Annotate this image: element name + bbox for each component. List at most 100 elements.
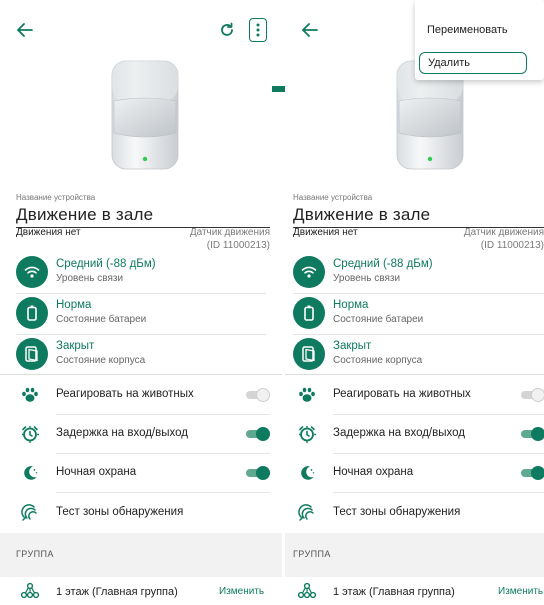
setting-label: Задержка на вход/выход — [56, 427, 188, 439]
options-popup-menu: Переименовать Удалить — [415, 0, 544, 80]
top-bar — [0, 14, 282, 48]
device-name-field[interactable]: Движение в зале — [16, 204, 270, 228]
battery-value: Норма — [56, 299, 92, 311]
status-case: Закрыт Состояние корпуса — [16, 338, 266, 372]
device-name-field[interactable]: Движение в зале — [293, 204, 544, 228]
case-icon — [293, 338, 325, 370]
entry-delay-toggle[interactable] — [246, 427, 270, 441]
moon-icon — [297, 463, 317, 483]
setting-night-mode[interactable]: Ночная охрана — [0, 454, 282, 492]
battery-icon — [16, 297, 48, 329]
divider — [293, 334, 544, 335]
case-label: Состояние корпуса — [333, 355, 423, 366]
status-signal: Средний (-88 дБм) Уровень связи — [16, 256, 266, 290]
device-screen-menu-open: Название устройства Движение в зале Движ… — [285, 0, 544, 605]
battery-label: Состояние батареи — [333, 314, 424, 325]
setting-label: Реагировать на животных — [333, 388, 471, 400]
status-case: Закрыт Состояние корпуса — [293, 338, 543, 372]
device-type-label: Датчик движения (ID 11000213) — [190, 226, 270, 252]
setting-label: Тест зоны обнаружения — [333, 506, 461, 518]
case-label: Состояние корпуса — [56, 355, 146, 366]
delay-icon — [297, 424, 317, 444]
battery-icon — [293, 297, 325, 329]
more-options-icon[interactable] — [249, 18, 267, 42]
menu-item-delete-label: Удалить — [428, 57, 470, 69]
setting-pet-immunity[interactable]: Реагировать на животных — [0, 376, 282, 414]
wifi-icon — [16, 256, 48, 288]
motion-status-text: Движения нет — [16, 227, 81, 238]
device-type-name: Датчик движения — [463, 227, 544, 238]
setting-label: Ночная охрана — [56, 466, 137, 478]
change-group-link[interactable]: Изменить — [498, 586, 543, 597]
pet-immunity-toggle[interactable] — [246, 388, 270, 402]
menu-item-delete[interactable]: Удалить — [419, 52, 527, 74]
divider — [293, 293, 544, 294]
status-battery: Норма Состояние батареи — [293, 297, 543, 331]
divider — [16, 334, 266, 335]
device-name-caption: Название устройства — [16, 193, 96, 202]
status-battery: Норма Состояние батареи — [16, 297, 266, 331]
battery-label: Состояние батареи — [56, 314, 147, 325]
signal-label: Уровень связи — [56, 273, 124, 284]
group-section-header: ГРУППА — [0, 533, 282, 577]
pet-immunity-toggle[interactable] — [521, 388, 544, 402]
group-icon — [20, 582, 40, 600]
motion-status-text: Движения нет — [293, 227, 358, 238]
moon-icon — [20, 463, 40, 483]
group-section-label: ГРУППА — [16, 549, 54, 559]
device-id: (ID 11000213) — [206, 240, 270, 251]
divider — [56, 492, 270, 493]
device-name-value: Движение в зале — [16, 205, 154, 224]
group-section-header: ГРУППА — [285, 533, 544, 577]
menu-item-rename[interactable]: Переименовать — [427, 24, 508, 36]
signal-value: Средний (-88 дБм) — [56, 258, 156, 270]
device-screen-before: Название устройства Движение в зале Движ… — [0, 0, 282, 605]
night-mode-toggle[interactable] — [246, 466, 270, 480]
device-name-caption: Название устройства — [293, 193, 373, 202]
group-name: 1 этаж (Главная группа) — [333, 586, 455, 598]
refresh-icon[interactable] — [214, 17, 240, 43]
back-arrow-icon[interactable] — [297, 17, 323, 43]
group-name: 1 этаж (Главная группа) — [56, 586, 178, 598]
group-row: 1 этаж (Главная группа) Изменить — [285, 577, 544, 605]
device-type-name: Датчик движения — [189, 227, 270, 238]
divider — [16, 293, 266, 294]
case-value: Закрыт — [56, 340, 95, 352]
setting-detection-test[interactable]: Тест зоны обнаружения — [285, 494, 544, 532]
motion-sensor-image — [100, 55, 190, 173]
section-divider — [0, 374, 282, 375]
setting-detection-test[interactable]: Тест зоны обнаружения — [0, 494, 282, 532]
case-icon — [16, 338, 48, 370]
case-value: Закрыт — [333, 340, 372, 352]
group-icon — [297, 582, 317, 600]
delay-icon — [20, 424, 40, 444]
setting-pet-immunity[interactable]: Реагировать на животных — [285, 376, 544, 414]
setting-label: Тест зоны обнаружения — [56, 506, 184, 518]
device-id: (ID 11000213) — [480, 240, 544, 251]
status-signal: Средний (-88 дБм) Уровень связи — [293, 256, 543, 290]
back-arrow-icon[interactable] — [12, 17, 38, 43]
paw-icon — [297, 385, 317, 405]
group-row: 1 этаж (Главная группа) Изменить — [0, 577, 282, 605]
device-name-value: Движение в зале — [293, 205, 431, 224]
signal-value: Средний (-88 дБм) — [333, 258, 433, 270]
divider — [333, 492, 544, 493]
zone-test-icon — [297, 503, 317, 523]
setting-label: Ночная охрана — [333, 466, 414, 478]
battery-value: Норма — [333, 299, 369, 311]
setting-entry-delay[interactable]: Задержка на вход/выход — [0, 415, 282, 453]
wifi-icon — [293, 256, 325, 288]
device-type-label: Датчик движения (ID 11000213) — [464, 226, 544, 252]
setting-label: Реагировать на животных — [56, 388, 194, 400]
change-group-link[interactable]: Изменить — [219, 586, 264, 597]
setting-night-mode[interactable]: Ночная охрана — [285, 454, 544, 492]
group-section-label: ГРУППА — [293, 549, 331, 559]
entry-delay-toggle[interactable] — [521, 427, 544, 441]
section-divider — [285, 374, 544, 375]
night-mode-toggle[interactable] — [521, 466, 544, 480]
zone-test-icon — [20, 503, 40, 523]
setting-label: Задержка на вход/выход — [333, 427, 465, 439]
signal-label: Уровень связи — [333, 273, 401, 284]
paw-icon — [20, 385, 40, 405]
setting-entry-delay[interactable]: Задержка на вход/выход — [285, 415, 544, 453]
